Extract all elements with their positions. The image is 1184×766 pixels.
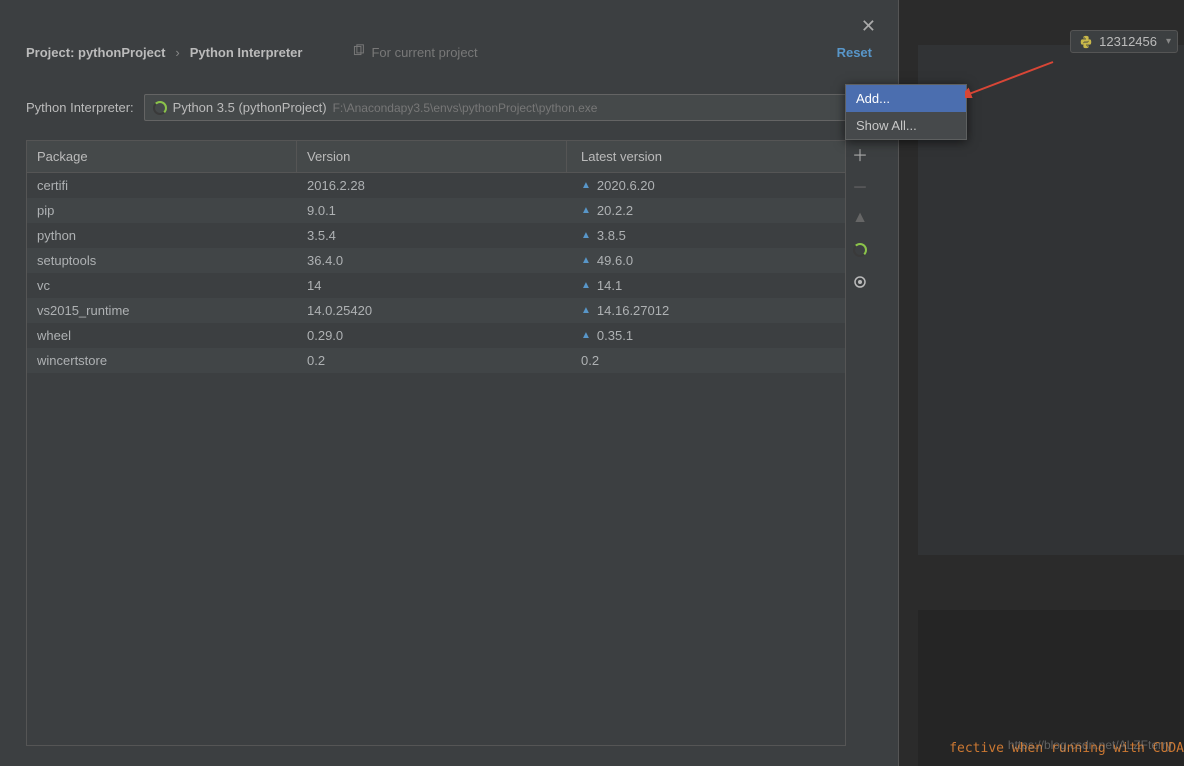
add-package-button[interactable]: ＋: [850, 144, 870, 164]
table-row[interactable]: pip9.0.1▲20.2.2: [27, 198, 845, 223]
python-icon: [1079, 35, 1093, 49]
package-toolbar: ＋ － ▲: [846, 140, 874, 746]
cell-latest: ▲14.16.27012: [567, 303, 845, 318]
cell-version: 36.4.0: [297, 253, 567, 268]
cell-package: pip: [27, 203, 297, 218]
cell-version: 3.5.4: [297, 228, 567, 243]
upgrade-available-icon: ▲: [581, 280, 591, 291]
cell-latest: ▲20.2.2: [567, 203, 845, 218]
upgrade-available-icon: ▲: [581, 205, 591, 216]
interpreter-path: F:\Anacondapy3.5\envs\pythonProject\pyth…: [333, 101, 598, 115]
copy-icon: [352, 44, 365, 60]
upgrade-package-button[interactable]: ▲: [850, 208, 870, 228]
col-latest[interactable]: Latest version: [567, 141, 845, 172]
cell-package: vc: [27, 278, 297, 293]
upgrade-available-icon: ▲: [581, 255, 591, 266]
settings-dialog: ✕ Project: pythonProject › Python Interp…: [0, 0, 899, 766]
upgrade-available-icon: ▲: [581, 230, 591, 241]
table-row[interactable]: certifi2016.2.28▲2020.6.20: [27, 173, 845, 198]
interpreter-label: Python Interpreter:: [26, 100, 134, 115]
interpreter-row: Python Interpreter: Python 3.5 (pythonPr…: [0, 76, 898, 121]
close-icon[interactable]: ✕: [861, 16, 876, 37]
cell-latest: ▲2020.6.20: [567, 178, 845, 193]
packages-area: Package Version Latest version certifi20…: [26, 140, 874, 746]
upgrade-available-icon: ▲: [581, 330, 591, 341]
table-row[interactable]: setuptools36.4.0▲49.6.0: [27, 248, 845, 273]
cell-version: 14: [297, 278, 567, 293]
cell-version: 0.2: [297, 353, 567, 368]
cell-package: setuptools: [27, 253, 297, 268]
popup-show-all[interactable]: Show All...: [846, 112, 966, 139]
col-package[interactable]: Package: [27, 141, 297, 172]
table-row[interactable]: python3.5.4▲3.8.5: [27, 223, 845, 248]
table-header: Package Version Latest version: [27, 141, 845, 173]
cell-latest: ▲0.35.1: [567, 328, 845, 343]
cell-package: wheel: [27, 328, 297, 343]
table-row[interactable]: vs2015_runtime14.0.25420▲14.16.27012: [27, 298, 845, 323]
breadcrumb-project[interactable]: Project: pythonProject: [26, 45, 165, 60]
interpreter-status-badge[interactable]: 12312456: [1070, 30, 1178, 53]
chevron-right-icon: ›: [175, 45, 179, 60]
watermark: https://blog.csdn.net/ALZFterry: [1008, 738, 1172, 752]
loading-spinner-icon: [153, 101, 167, 115]
table-row[interactable]: wincertstore0.20.2: [27, 348, 845, 373]
cell-package: wincertstore: [27, 353, 297, 368]
table-body: certifi2016.2.28▲2020.6.20pip9.0.1▲20.2.…: [27, 173, 845, 373]
dialog-header: Project: pythonProject › Python Interpre…: [0, 0, 898, 76]
upgrade-available-icon: ▲: [581, 305, 591, 316]
cell-package: certifi: [27, 178, 297, 193]
table-row[interactable]: wheel0.29.0▲0.35.1: [27, 323, 845, 348]
interpreter-options-popup: Add... Show All...: [845, 84, 967, 140]
cell-version: 14.0.25420: [297, 303, 567, 318]
upgrade-available-icon: ▲: [581, 180, 591, 191]
cell-latest: ▲3.8.5: [567, 228, 845, 243]
show-early-releases-button[interactable]: [850, 272, 870, 292]
col-version[interactable]: Version: [297, 141, 567, 172]
cell-latest: ▲49.6.0: [567, 253, 845, 268]
cell-package: vs2015_runtime: [27, 303, 297, 318]
packages-table: Package Version Latest version certifi20…: [26, 140, 846, 746]
interpreter-dropdown[interactable]: Python 3.5 (pythonProject) F:\Anacondapy…: [144, 94, 872, 121]
reset-link[interactable]: Reset: [837, 45, 872, 60]
cell-latest: ▲14.1: [567, 278, 845, 293]
cell-latest: 0.2: [567, 353, 845, 368]
cell-version: 9.0.1: [297, 203, 567, 218]
interpreter-badge-label: 12312456: [1099, 34, 1157, 49]
cell-version: 2016.2.28: [297, 178, 567, 193]
refresh-button[interactable]: [850, 240, 870, 260]
cell-package: python: [27, 228, 297, 243]
for-current-project-label: For current project: [352, 44, 477, 60]
cell-version: 0.29.0: [297, 328, 567, 343]
breadcrumb-page[interactable]: Python Interpreter: [190, 45, 303, 60]
popup-add[interactable]: Add...: [846, 85, 966, 112]
interpreter-name: Python 3.5 (pythonProject): [173, 100, 327, 115]
remove-package-button[interactable]: －: [850, 176, 870, 196]
table-row[interactable]: vc14▲14.1: [27, 273, 845, 298]
